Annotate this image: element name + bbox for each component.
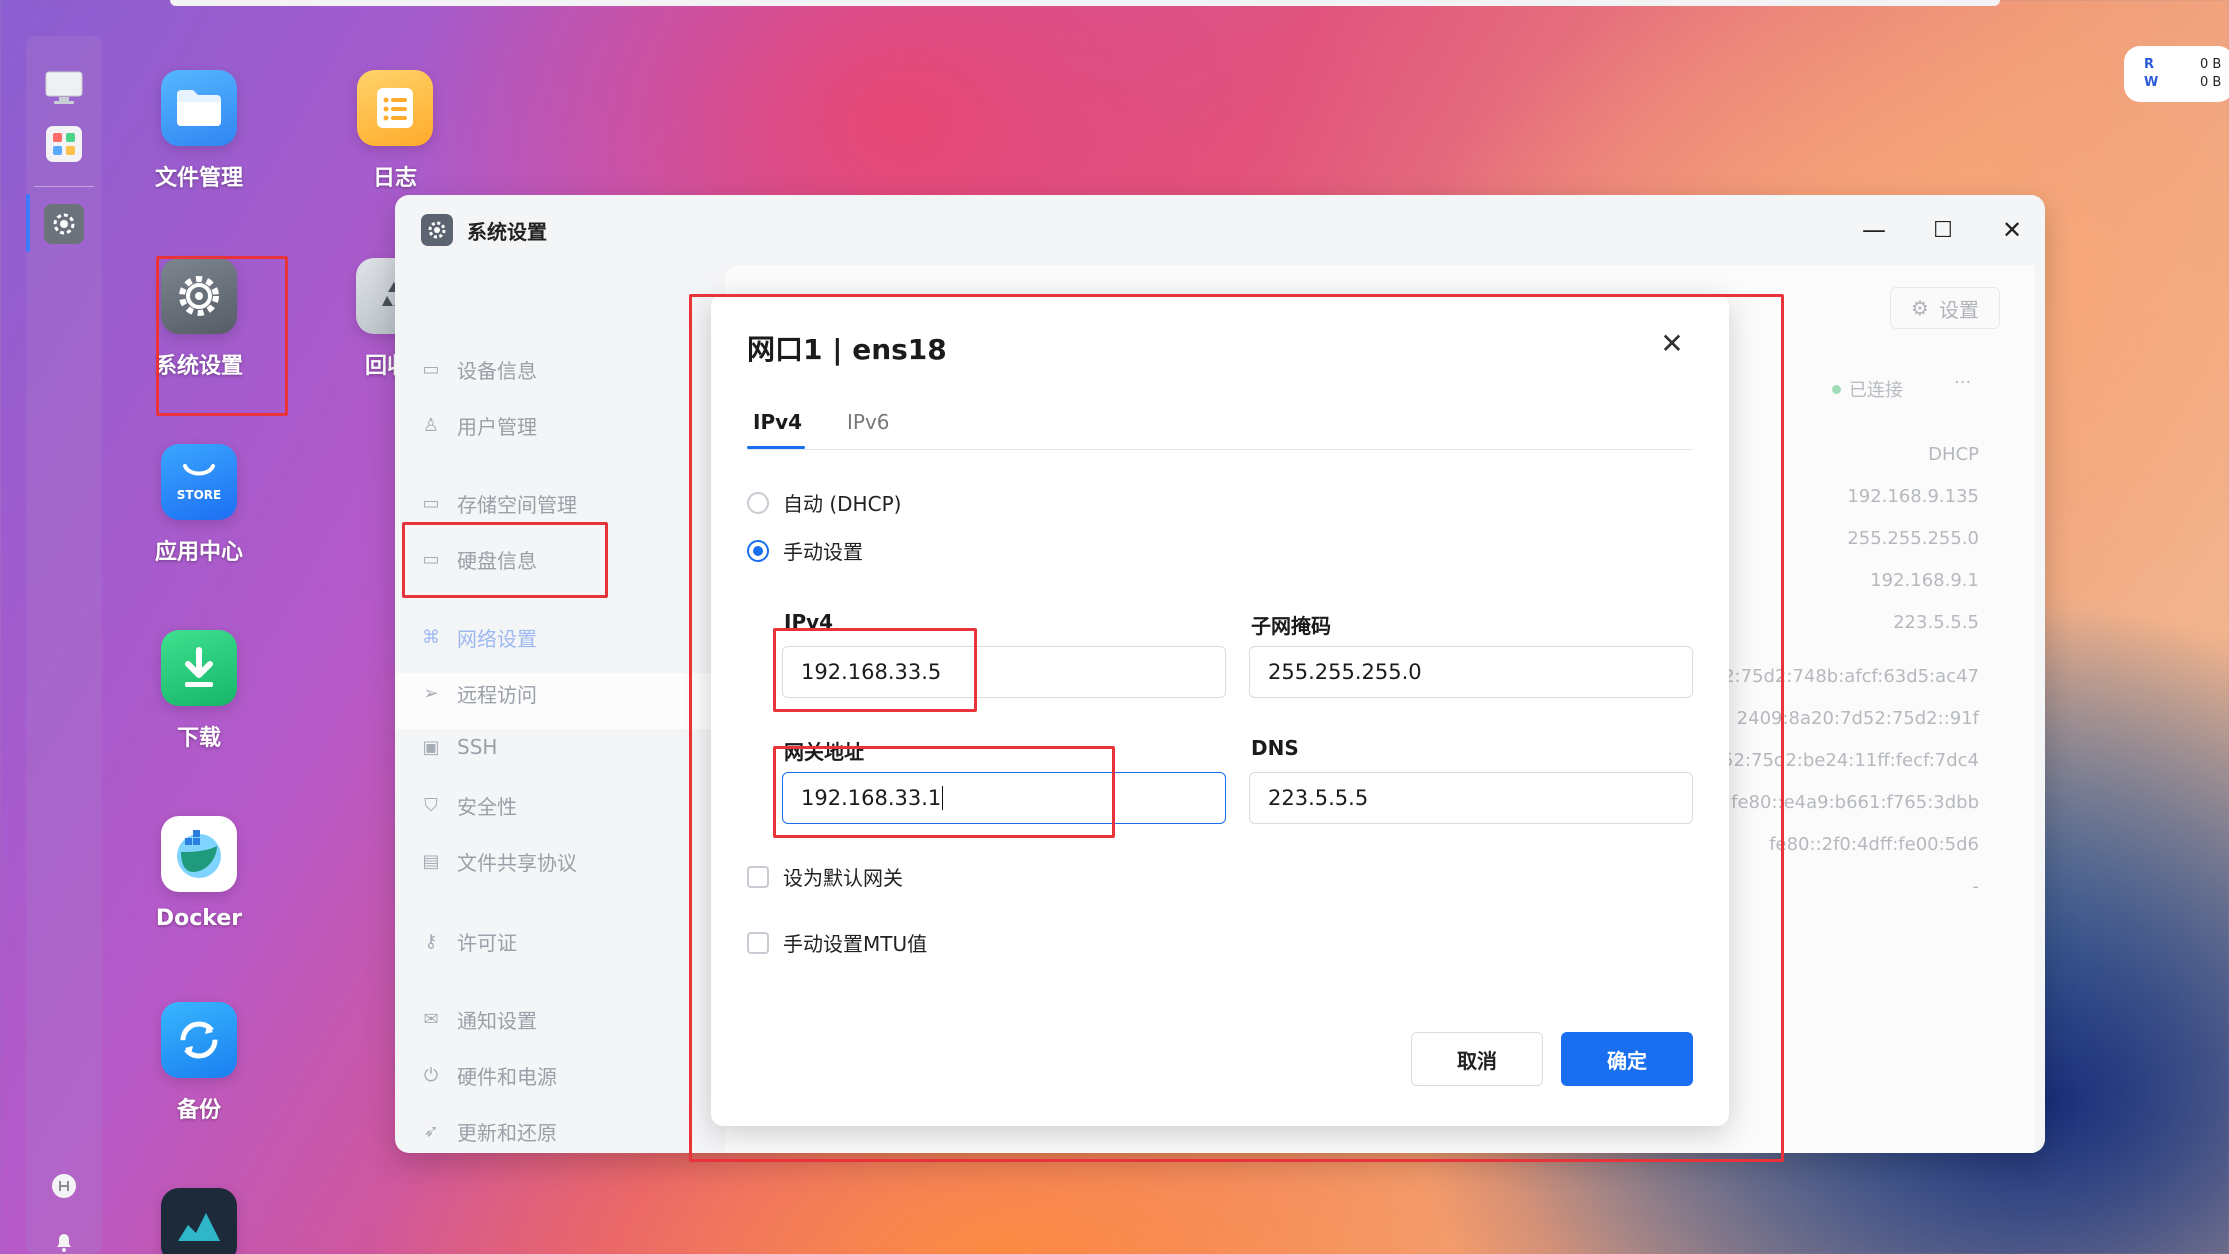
gear-icon: ⚙ (1911, 296, 1929, 320)
write-value: 0 B (2200, 75, 2222, 90)
rocket-icon: ➶ (423, 1121, 439, 1142)
sidebar-item-security[interactable]: ⛉ 安全性 (419, 791, 517, 820)
desktop-app-download[interactable]: 下载 (124, 630, 274, 752)
desktop-app-file-manager[interactable]: 文件管理 (124, 70, 274, 192)
info-value: DHCP (1928, 444, 1979, 465)
sidebar-item-license[interactable]: ⚷ 许可证 (419, 927, 517, 956)
close-button[interactable]: ✕ (1997, 215, 2027, 245)
app-label: Docker (155, 906, 243, 931)
sidebar-item-network[interactable]: ⌘ 网络设置 (419, 623, 537, 652)
monitor-icon[interactable] (44, 68, 84, 108)
desktop-app-store[interactable]: STORE 应用中心 (124, 444, 274, 566)
app-label: 备份 (176, 1098, 221, 1123)
info-value: - (1972, 876, 1980, 897)
app-label: 日志 (372, 166, 417, 191)
store-badge: STORE (176, 488, 222, 502)
sidebar: ▭ 设备信息 ♙ 用户管理 ▭ 存储空间管理 ▭ 硬盘信息 ⌘ 网络设置 ➢ 远程访问 ▣ S… (395, 265, 715, 1153)
minimize-button[interactable]: — (1859, 215, 1889, 245)
sidebar-item-storage[interactable]: ▭ 存储空间管理 (419, 489, 577, 518)
dock-active-indicator (26, 194, 30, 252)
docker-icon (161, 816, 237, 892)
app-label: 下载 (176, 726, 221, 751)
gear-icon[interactable] (44, 204, 84, 244)
log-icon (357, 70, 433, 146)
window-titlebar: 系统设置 (395, 195, 2045, 265)
mail-icon: ✉ (423, 1009, 439, 1030)
sidebar-item-file-share[interactable]: ▤ 文件共享协议 (419, 847, 577, 876)
app-label: 文件管理 (154, 166, 243, 191)
dock (26, 36, 102, 1254)
annotation-box-dialog (689, 294, 1784, 1162)
device-icon: ▭ (422, 359, 440, 380)
app-label: 应用中心 (154, 540, 243, 565)
gear-icon (421, 214, 453, 246)
sidebar-item-users[interactable]: ♙ 用户管理 (419, 411, 537, 440)
network-icon: ⌘ (422, 627, 440, 648)
desktop-app-backup[interactable]: 备份 (124, 1002, 274, 1124)
status-dot (1832, 384, 1841, 394)
file-icon: ▤ (422, 851, 440, 872)
sidebar-item-hardware[interactable]: ⏻ 硬件和电源 (419, 1061, 557, 1090)
info-value: 192.168.9.1 (1870, 570, 1979, 591)
storage-icon: ▭ (422, 493, 440, 514)
info-value: 223.5.5.5 (1893, 612, 1979, 633)
desktop-app-docker[interactable]: Docker (124, 816, 274, 931)
connection-status: 已连接 (1832, 376, 1903, 402)
ssh-icon: ▣ (422, 736, 440, 758)
send-icon: ➢ (423, 683, 439, 704)
annotation-box-network-settings (402, 522, 608, 598)
sidebar-item-remote[interactable]: ➢ 远程访问 (419, 679, 537, 708)
shield-icon: ⛉ (424, 795, 438, 816)
app-grid-icon[interactable] (44, 124, 84, 164)
read-value: 0 B (2200, 57, 2222, 72)
bell-icon[interactable] (44, 1221, 84, 1254)
backup-icon (161, 1002, 237, 1078)
desktop-app-log[interactable]: 日志 (320, 70, 470, 192)
window-title: 系统设置 (467, 219, 547, 244)
desktop-app-monitor[interactable] (124, 1188, 274, 1254)
annotation-box-gateway (773, 746, 1115, 838)
sidebar-item-device-info[interactable]: ▭ 设备信息 (419, 355, 537, 384)
info-value: 192.168.9.135 (1847, 486, 1979, 507)
top-strip (170, 0, 2000, 6)
monitor-chart-icon (161, 1188, 237, 1254)
dock-separator (34, 186, 94, 187)
settings-button[interactable]: ⚙ 设置 (1890, 287, 2000, 329)
annotation-box-system-settings (156, 256, 288, 416)
user-icon: ♙ (422, 415, 440, 436)
more-icon[interactable]: ··· (1954, 372, 1971, 393)
sidebar-item-update[interactable]: ➶ 更新和还原 (419, 1117, 557, 1146)
info-value: 255.255.255.0 (1847, 528, 1979, 549)
annotation-box-ipv4 (773, 628, 977, 712)
key-icon: ⚷ (424, 931, 438, 952)
power-icon: ⏻ (423, 1065, 439, 1086)
store-icon: STORE (161, 444, 237, 520)
rw-widget: R W 0 B 0 B (2124, 46, 2229, 102)
sidebar-item-notify[interactable]: ✉ 通知设置 (419, 1005, 537, 1034)
sidebar-item-ssh[interactable]: ▣ SSH (419, 735, 497, 759)
info-value: fe80::2f0:4dff:fe00:5d6 (1769, 834, 1979, 855)
download-icon (161, 630, 237, 706)
toggle-icon[interactable] (44, 1166, 84, 1206)
maximize-button[interactable]: ☐ (1928, 215, 1958, 245)
folder-icon (161, 70, 237, 146)
